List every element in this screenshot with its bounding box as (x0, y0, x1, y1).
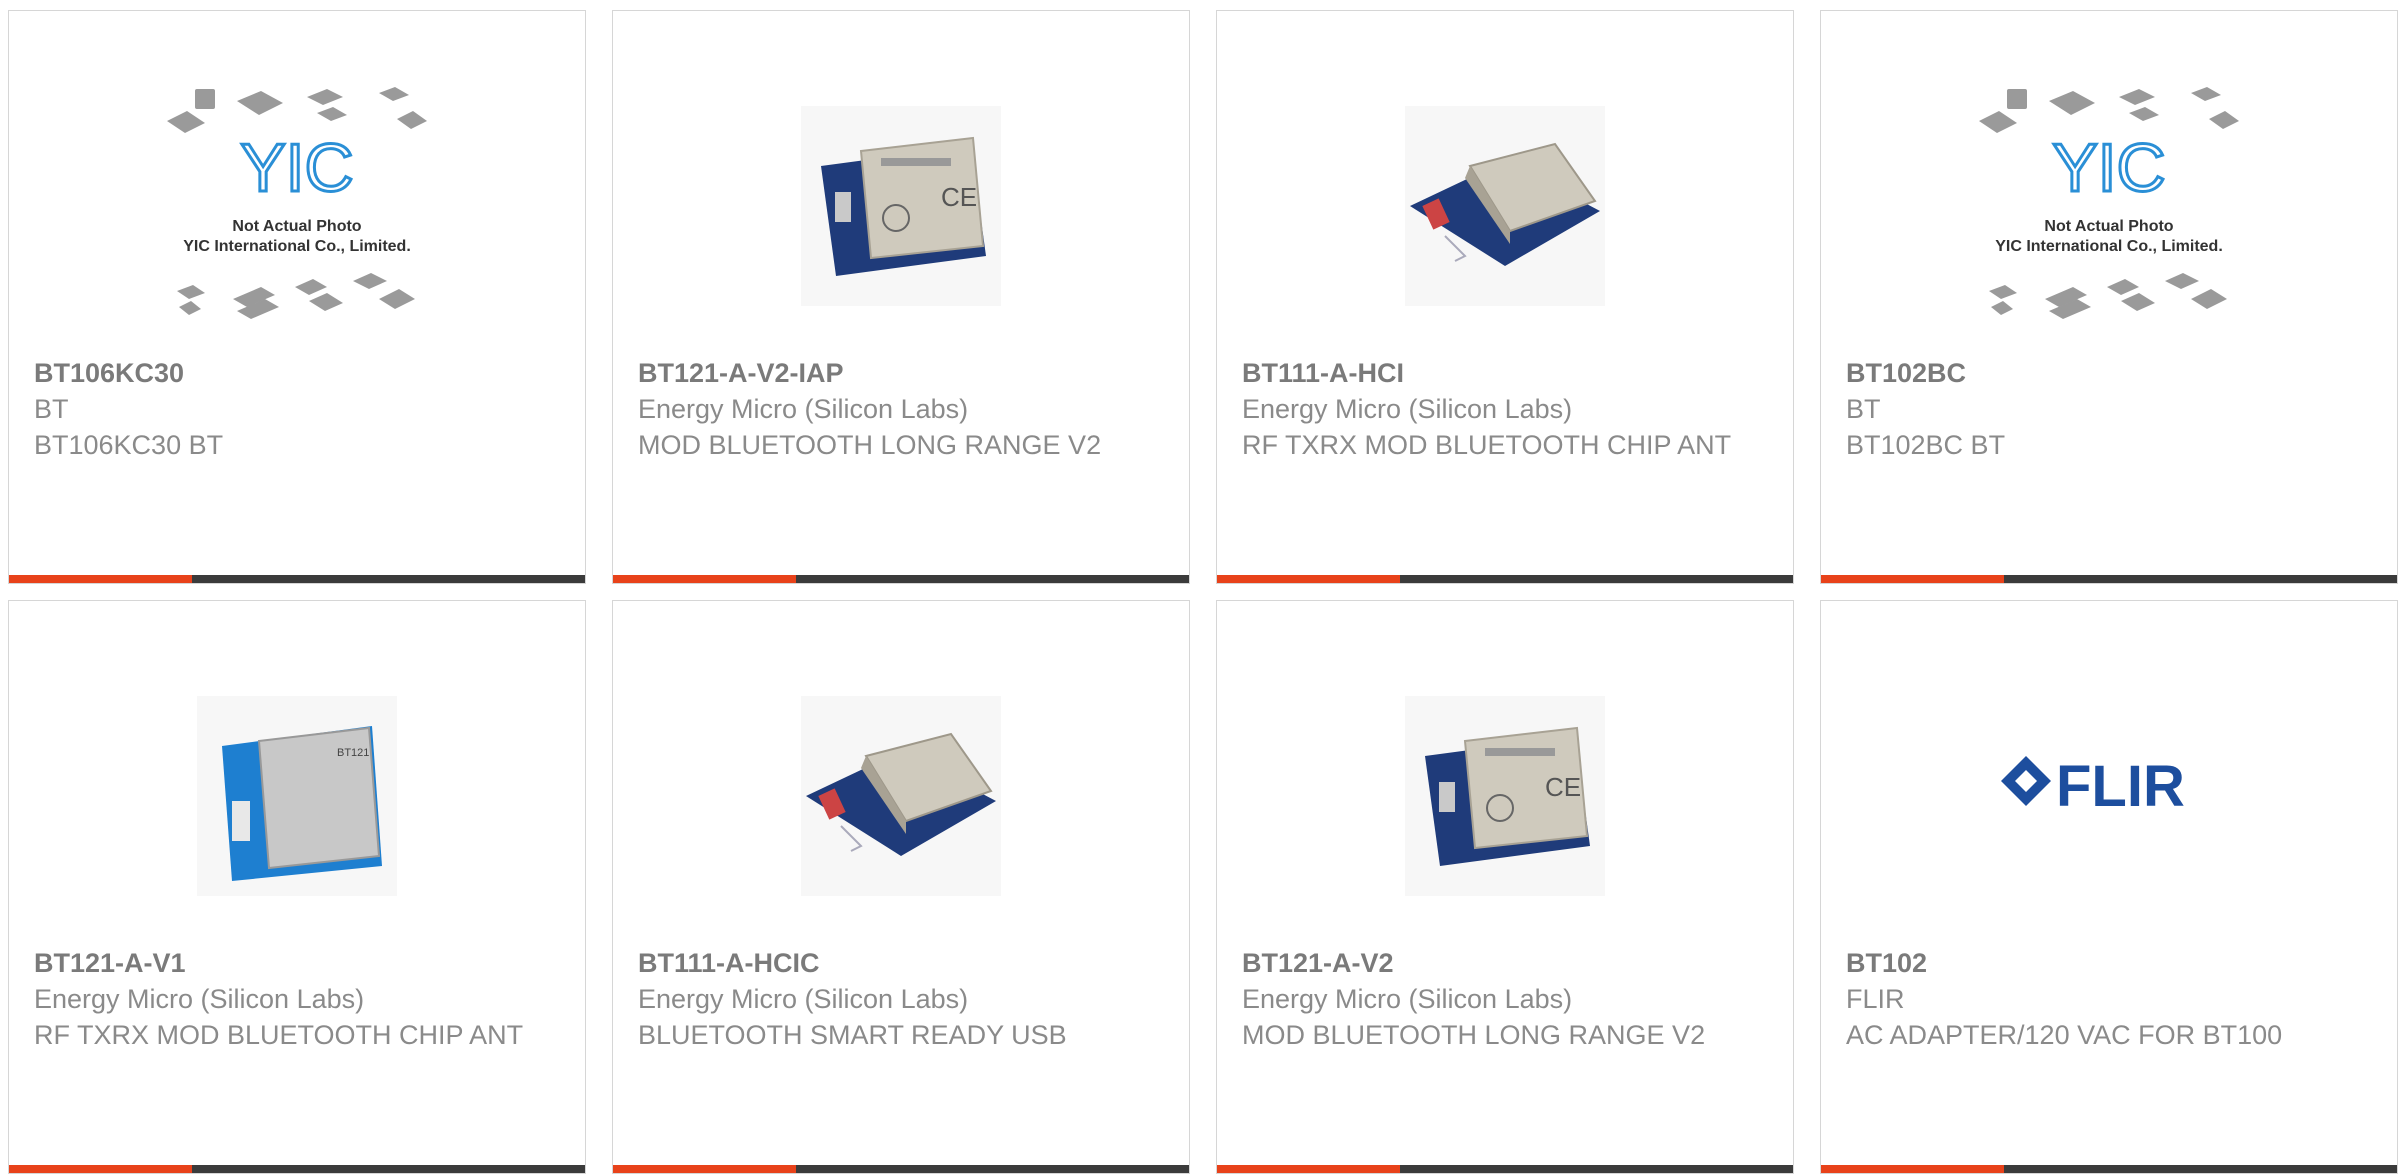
product-image (1217, 71, 1793, 341)
card-accent-bar (1217, 1165, 1793, 1173)
description: BLUETOOTH SMART READY USB (638, 1020, 1067, 1050)
description: MOD BLUETOOTH LONG RANGE V2 (638, 430, 1102, 460)
product-card[interactable]: YIC Not Actual Photo YIC International C… (1820, 10, 2398, 584)
description: RF TXRX MOD BLUETOOTH CHIP ANT (1242, 430, 1732, 460)
product-card[interactable]: CE BT121-A-V2 Energy Micro (Silicon Labs… (1216, 600, 1794, 1174)
card-accent-bar (1217, 575, 1793, 583)
card-accent-bar (613, 1165, 1189, 1173)
product-image: CE (613, 71, 1189, 341)
product-card[interactable]: BT111-A-HCIC Energy Micro (Silicon Labs)… (612, 600, 1190, 1174)
bluetooth-module-icon (1405, 106, 1605, 306)
ce-mark: CE (941, 182, 977, 212)
description: MOD BLUETOOTH LONG RANGE V2 (1242, 1020, 1706, 1050)
product-card[interactable]: BT121 BT121-A-V1 Energy Micro (Silicon L… (8, 600, 586, 1174)
part-number[interactable]: BT102BC (1846, 355, 2357, 391)
flir-logo-text: FLIR (2056, 754, 2185, 819)
card-accent-bar (9, 1165, 585, 1173)
description: AC ADAPTER/120 VAC FOR BT100 (1846, 1020, 2283, 1050)
placeholder-line1: Not Actual Photo (2044, 218, 2173, 235)
bluetooth-module-icon (801, 696, 1001, 896)
product-grid: YIC Not Actual Photo YIC International C… (0, 0, 2400, 1174)
product-card[interactable]: FLIR BT102 FLIR AC ADAPTER/120 VAC FOR B… (1820, 600, 2398, 1174)
bluetooth-module-ce-icon: CE (801, 106, 1001, 306)
bluetooth-module-ce-icon: CE (1405, 696, 1605, 896)
product-card[interactable]: CE BT121-A-V2-IAP Energy Micro (Silicon … (612, 10, 1190, 584)
manufacturer: Energy Micro (Silicon Labs) (638, 984, 969, 1014)
product-card[interactable]: BT111-A-HCI Energy Micro (Silicon Labs) … (1216, 10, 1794, 584)
product-image: FLIR (1821, 661, 2397, 931)
svg-text:YIC: YIC (240, 130, 353, 206)
ce-mark: CE (1545, 772, 1581, 802)
bt121-module-icon: BT121 (197, 696, 397, 896)
placeholder-line2: YIC International Co., Limited. (183, 238, 411, 255)
product-image: BT121 (9, 661, 585, 931)
product-image: YIC Not Actual Photo YIC International C… (1821, 71, 2397, 341)
product-card[interactable]: YIC Not Actual Photo YIC International C… (8, 10, 586, 584)
product-image: CE (1217, 661, 1793, 931)
manufacturer: Energy Micro (Silicon Labs) (1242, 984, 1573, 1014)
manufacturer: Energy Micro (Silicon Labs) (34, 984, 365, 1014)
part-number[interactable]: BT102 (1846, 945, 2357, 981)
manufacturer: BT (34, 394, 69, 424)
part-number[interactable]: BT121-A-V1 (34, 945, 545, 981)
card-accent-bar (613, 575, 1189, 583)
card-accent-bar (9, 575, 585, 583)
part-number[interactable]: BT111-A-HCIC (638, 945, 1149, 981)
product-image: YIC Not Actual Photo YIC International C… (9, 71, 585, 341)
product-image (613, 661, 1189, 931)
placeholder-line2: YIC International Co., Limited. (1995, 238, 2223, 255)
flir-logo: FLIR (2001, 754, 2185, 819)
part-number[interactable]: BT121-A-V2-IAP (638, 355, 1149, 391)
manufacturer: Energy Micro (Silicon Labs) (1242, 394, 1573, 424)
manufacturer: FLIR (1846, 984, 1905, 1014)
part-number[interactable]: BT121-A-V2 (1242, 945, 1753, 981)
description: BT102BC BT (1846, 430, 2006, 460)
card-accent-bar (1821, 575, 2397, 583)
placeholder-line1: Not Actual Photo (232, 218, 361, 235)
card-accent-bar (1821, 1165, 2397, 1173)
description: RF TXRX MOD BLUETOOTH CHIP ANT (34, 1020, 524, 1050)
part-number[interactable]: BT111-A-HCI (1242, 355, 1753, 391)
manufacturer: BT (1846, 394, 1881, 424)
svg-text:YIC: YIC (2052, 130, 2165, 206)
part-number[interactable]: BT106KC30 (34, 355, 545, 391)
manufacturer: Energy Micro (Silicon Labs) (638, 394, 969, 424)
description: BT106KC30 BT (34, 430, 224, 460)
yic-placeholder-icon: YIC Not Actual Photo YIC International C… (1979, 87, 2239, 319)
bt121-label: BT121 (337, 747, 369, 759)
yic-placeholder-icon: YIC Not Actual Photo YIC International C… (167, 87, 427, 319)
